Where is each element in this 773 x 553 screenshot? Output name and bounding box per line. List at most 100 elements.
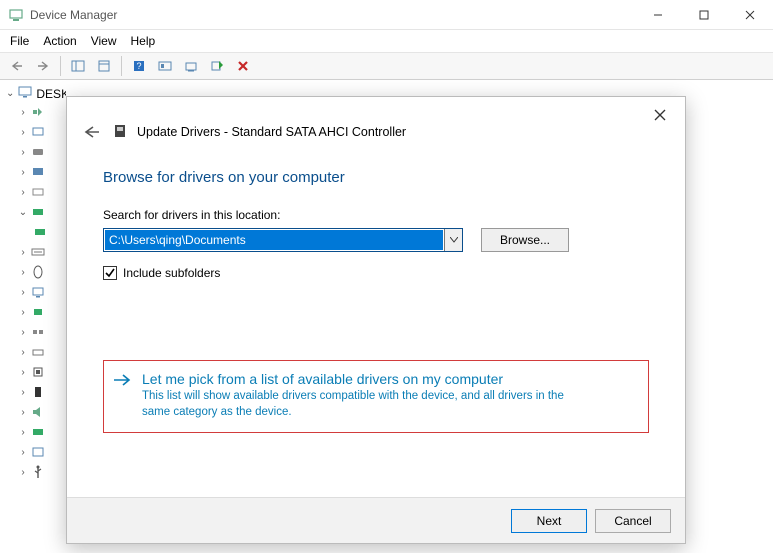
system-device-icon	[30, 445, 46, 459]
browse-button[interactable]: Browse...	[481, 228, 569, 252]
ide-controller-icon	[30, 205, 46, 219]
chevron-right-icon: ›	[18, 307, 28, 318]
chevron-right-icon: ›	[18, 387, 28, 398]
chevron-right-icon: ›	[18, 367, 28, 378]
toolbar: ?	[0, 52, 773, 80]
nav-back-button[interactable]	[6, 55, 28, 77]
tree-item[interactable]: ›	[18, 123, 66, 141]
next-button[interactable]: Next	[511, 509, 587, 533]
disk-icon	[113, 123, 127, 142]
menu-file[interactable]: File	[10, 34, 29, 48]
scan-hardware-button[interactable]	[154, 55, 176, 77]
processor-icon	[30, 365, 46, 379]
tree-item[interactable]: ›	[18, 323, 66, 341]
dialog-title: Update Drivers - Standard SATA AHCI Cont…	[137, 125, 406, 139]
chevron-right-icon: ›	[18, 327, 28, 338]
display-icon	[30, 165, 46, 179]
chevron-right-icon: ›	[18, 107, 28, 118]
disk-icon	[30, 145, 46, 159]
show-hide-console-tree-button[interactable]	[67, 55, 89, 77]
tree-item[interactable]: ⌄	[18, 203, 66, 221]
tree-item[interactable]: ›	[18, 343, 66, 361]
minimize-button[interactable]	[635, 0, 681, 30]
tree-item[interactable]: ›	[18, 143, 66, 161]
pick-from-list-description: This list will show available drivers co…	[142, 389, 582, 420]
chevron-right-icon: ›	[18, 427, 28, 438]
close-button[interactable]	[727, 0, 773, 30]
properties-button[interactable]	[93, 55, 115, 77]
computer-icon	[30, 125, 46, 139]
audio-icon	[30, 105, 46, 119]
mouse-icon	[30, 265, 46, 279]
pick-from-list-option[interactable]: Let me pick from a list of available dri…	[103, 360, 649, 433]
pick-from-list-title: Let me pick from a list of available dri…	[142, 371, 582, 387]
network-icon	[30, 305, 46, 319]
chevron-right-icon: ›	[18, 287, 28, 298]
chevron-down-icon[interactable]	[444, 229, 462, 251]
chevron-right-icon: ›	[18, 267, 28, 278]
chevron-right-icon: ›	[18, 347, 28, 358]
cancel-button[interactable]: Cancel	[595, 509, 671, 533]
chevron-right-icon: ›	[18, 187, 28, 198]
tree-item[interactable]: ›	[18, 163, 66, 181]
chevron-right-icon: ›	[18, 467, 28, 478]
chevron-right-icon: ›	[18, 407, 28, 418]
tree-item[interactable]: ›	[18, 263, 66, 281]
print-queue-icon	[30, 345, 46, 359]
dialog-body: Browse for drivers on your computer Sear…	[67, 151, 685, 497]
tree-item[interactable]: ›	[18, 403, 66, 421]
dialog-header: Update Drivers - Standard SATA AHCI Cont…	[67, 97, 685, 151]
tree-item[interactable]: ›	[18, 463, 66, 481]
update-drivers-dialog: Update Drivers - Standard SATA AHCI Cont…	[66, 96, 686, 544]
update-driver-button[interactable]	[180, 55, 202, 77]
tree-item[interactable]: ›	[18, 303, 66, 321]
port-icon	[30, 325, 46, 339]
driver-path-value: C:\Users\qing\Documents	[105, 230, 443, 250]
window-title: Device Manager	[30, 8, 117, 22]
dialog-back-button[interactable]	[79, 120, 103, 144]
computer-icon	[18, 86, 32, 101]
usb-icon	[30, 465, 46, 479]
driver-path-combo[interactable]: C:\Users\qing\Documents	[103, 228, 463, 252]
monitor-icon	[30, 285, 46, 299]
tree-item[interactable]: ›	[18, 443, 66, 461]
dialog-heading: Browse for drivers on your computer	[103, 169, 649, 186]
arrow-right-icon	[112, 371, 132, 393]
tree-item[interactable]: ›	[18, 183, 66, 201]
device-manager-icon	[8, 7, 24, 23]
tree-item[interactable]	[32, 223, 66, 241]
tree-item[interactable]: ›	[18, 243, 66, 261]
dialog-footer: Next Cancel	[67, 497, 685, 543]
maximize-button[interactable]	[681, 0, 727, 30]
chevron-right-icon: ›	[18, 447, 28, 458]
tree-item[interactable]: ›	[18, 363, 66, 381]
search-location-label: Search for drivers in this location:	[103, 208, 649, 222]
titlebar: Device Manager	[0, 0, 773, 30]
chevron-right-icon: ›	[18, 167, 28, 178]
tree-children: › › › › › ⌄ › › › › › › › › › › › ›	[18, 103, 66, 481]
svg-text:?: ?	[136, 61, 141, 71]
menu-action[interactable]: Action	[43, 34, 76, 48]
menu-view[interactable]: View	[91, 34, 117, 48]
help-button[interactable]: ?	[128, 55, 150, 77]
tree-item[interactable]: ›	[18, 283, 66, 301]
nav-forward-button[interactable]	[32, 55, 54, 77]
tree-item[interactable]: ›	[18, 383, 66, 401]
tree-root[interactable]: ⌄ DESKTOP-LDIDKBU	[6, 86, 66, 101]
dialog-close-button[interactable]	[645, 103, 675, 127]
menubar: File Action View Help	[0, 30, 773, 52]
chevron-right-icon: ›	[18, 147, 28, 158]
enable-device-button[interactable]	[206, 55, 228, 77]
chevron-down-icon: ⌄	[6, 88, 14, 99]
include-subfolders-checkbox[interactable]	[103, 266, 117, 280]
hid-icon	[30, 185, 46, 199]
tree-item[interactable]: ›	[18, 423, 66, 441]
device-tree[interactable]: ⌄ DESKTOP-LDIDKBU › › › › › ⌄ › › › › › …	[0, 80, 66, 553]
tree-item[interactable]: ›	[18, 103, 66, 121]
chevron-right-icon: ›	[18, 247, 28, 258]
tree-root-label: DESKTOP-LDIDKBU	[36, 87, 66, 101]
menu-help[interactable]: Help	[131, 34, 156, 48]
ide-controller-icon	[32, 225, 48, 239]
uninstall-device-button[interactable]	[232, 55, 254, 77]
storage-controller-icon	[30, 425, 46, 439]
